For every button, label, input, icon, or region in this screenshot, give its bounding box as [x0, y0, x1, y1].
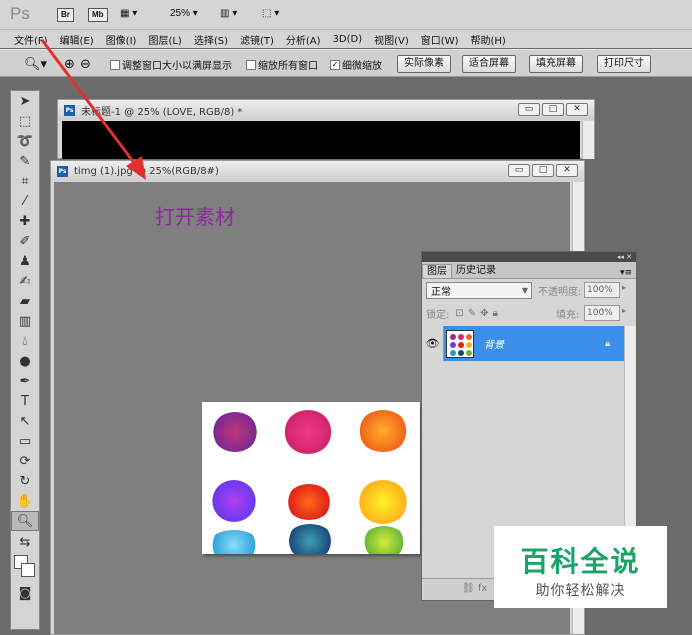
- layer-lock-icon: 🔒︎: [605, 338, 610, 349]
- lock-transparency-icon[interactable]: ⊡: [455, 308, 463, 319]
- eye-icon[interactable]: 👁︎: [422, 326, 444, 361]
- layer-thumbnail: [446, 329, 474, 358]
- panel-tabs: 图层 历史记录 ▾≡: [422, 262, 636, 279]
- layer-name: 背景: [484, 340, 504, 351]
- watermark-box: 百科全说 助你轻松解决: [494, 526, 667, 608]
- fill-arrow-icon[interactable]: ▸: [622, 306, 626, 315]
- opacity-arrow-icon[interactable]: ▸: [622, 283, 626, 292]
- fill-input[interactable]: 100%: [584, 305, 620, 321]
- link-layers-icon[interactable]: ⛓: [462, 583, 475, 594]
- chevron-down-icon: ▼: [521, 286, 528, 295]
- watermark-title: 百科全说: [520, 545, 641, 578]
- lock-position-icon[interactable]: ✥: [480, 308, 488, 319]
- arrow-head: [126, 156, 146, 180]
- lock-row: 锁定: ⊡ ✎ ✥ 🔒︎ 填充: 100% ▸: [422, 302, 636, 325]
- opacity-input[interactable]: 100%: [584, 282, 620, 298]
- blend-row: 正常 ▼ 不透明度: 100% ▸: [422, 279, 636, 302]
- arrow-line: [40, 39, 140, 169]
- tab-layers[interactable]: 图层: [422, 264, 452, 278]
- opacity-label: 不透明度:: [538, 287, 582, 298]
- tab-history[interactable]: 历史记录: [452, 264, 500, 278]
- lock-label: 锁定:: [426, 310, 450, 321]
- blend-mode-select[interactable]: 正常 ▼: [426, 282, 532, 299]
- lock-pixels-icon[interactable]: ✎: [468, 308, 476, 319]
- fx-icon[interactable]: fx: [478, 583, 487, 594]
- fill-label: 填充:: [556, 310, 580, 321]
- layer-row-background[interactable]: 👁︎ 背景 🔒︎: [422, 326, 624, 361]
- panel-menu-icon[interactable]: ▾≡: [620, 268, 636, 278]
- panel-collapse-bar[interactable]: ◂◂ ✕: [422, 252, 636, 262]
- blend-mode-value: 正常: [431, 287, 451, 298]
- watermark-subtitle: 助你轻松解决: [535, 583, 626, 599]
- lock-all-icon[interactable]: 🔒︎: [493, 308, 498, 319]
